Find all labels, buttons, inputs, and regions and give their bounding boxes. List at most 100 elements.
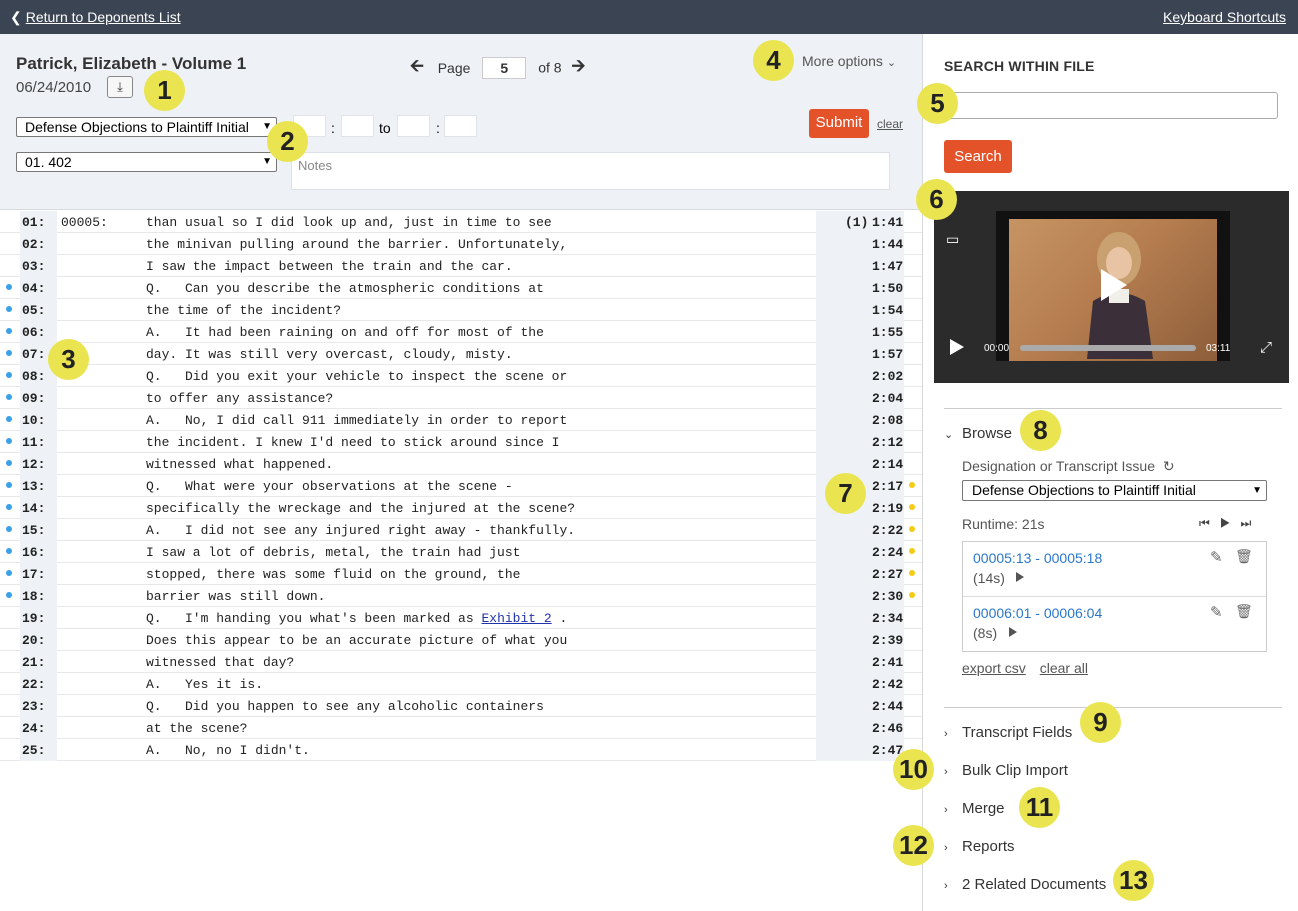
page-number-input[interactable]: 5 [482,56,527,79]
more-options-toggle[interactable]: More options ⌄ [802,53,896,69]
transcript-line[interactable]: 06: A. It had been raining on and off for… [0,321,922,343]
skip-forward-icon[interactable]: ⏭ [1241,516,1262,530]
designation-dot-icon [6,372,12,378]
timestamp: 1:57 [872,347,904,362]
designation-label-text: Designation or Transcript Issue [962,458,1155,474]
play-icon[interactable] [1009,627,1017,637]
issue-dot-icon [909,504,915,510]
transcript-line[interactable]: 09: to offer any assistance? 2:04 [0,387,922,409]
line-text-part: Q. I'm handing you what's been marked as [146,611,482,626]
transcript-line[interactable]: 16: I saw a lot of debris, metal, the tra… [0,541,922,563]
exhibit-link[interactable]: Exhibit 2 [481,611,551,626]
line-number: 25: [22,743,46,758]
clip-list: 00005:13 - 00005:18 (14s) ✎ 🗑 00006:01 -… [962,541,1267,652]
end-page-input[interactable] [397,115,430,137]
line-text: I saw the impact between the train and t… [146,259,513,274]
rewind-icon[interactable]: ⏮ [1199,516,1220,530]
browse-designation-select[interactable]: Defense Objections to Plaintiff Initial ▼ [962,480,1267,501]
transcript-line[interactable]: 17: stopped, there was some fluid on the … [0,563,922,585]
play-icon[interactable]: ▶ [1220,516,1241,530]
line-number: 13: [22,479,46,494]
prev-page-arrow-icon[interactable]: 🡨 [410,56,424,75]
download-button[interactable]: ⤓ [107,76,133,98]
transcript-line[interactable]: 24: at the scene? 2:46 [0,717,922,739]
merge-toggle[interactable]: › Merge [944,800,1005,817]
transcript-line[interactable]: 07: day. It was still very overcast, clou… [0,343,922,365]
issue-select[interactable]: 01. 402 ▼ [16,152,277,172]
transcript-line[interactable]: 12: witnessed what happened. 2:14 [0,453,922,475]
transcript-line[interactable]: 18: barrier was still down. 2:30 [0,585,922,607]
next-page-arrow-icon[interactable]: 🡪 [571,56,585,75]
end-line-input[interactable] [444,115,477,137]
reports-toggle[interactable]: › Reports [944,838,1015,855]
issue-dot-icon [909,592,915,598]
transcript-line[interactable]: 10: A. No, I did call 911 immediately in … [0,409,922,431]
transcript-line[interactable]: 02: the minivan pulling around the barrie… [0,233,922,255]
to-label: to [379,120,391,136]
line-number: 04: [22,281,46,296]
submit-button[interactable]: Submit [809,109,869,138]
transcript-line[interactable]: 14: specifically the wreckage and the inj… [0,497,922,519]
line-text: Q. Can you describe the atmospheric cond… [146,281,544,296]
transcript-line[interactable]: 15: A. I did not see any injured right aw… [0,519,922,541]
transcript-line[interactable]: 05: the time of the incident? 1:54 [0,299,922,321]
designation-select[interactable]: Defense Objections to Plaintiff Initial ▼ [16,117,277,137]
play-overlay-icon[interactable] [1101,269,1127,301]
top-bar: ❮ Return to Deponents List Keyboard Short… [0,0,1298,34]
timestamp: 2:34 [872,611,904,626]
play-icon[interactable] [950,339,964,355]
clip-range-link[interactable]: 00006:01 - 00006:04 [973,605,1102,621]
related-documents-toggle[interactable]: › 2 Related Documents [944,876,1106,893]
transcript-fields-toggle[interactable]: › Transcript Fields [944,724,1072,741]
chevron-right-icon: › [944,880,948,892]
line-number: 16: [22,545,46,560]
bulk-clip-import-toggle[interactable]: › Bulk Clip Import [944,762,1068,779]
transcript-line[interactable]: 23: Q. Did you happen to see any alcoholi… [0,695,922,717]
transcript-line[interactable]: 22: A. Yes it is. 2:42 [0,673,922,695]
search-input[interactable] [944,92,1278,119]
line-number: 09: [22,391,46,406]
designation-dot-icon [6,548,12,554]
timestamp: 1:50 [872,281,904,296]
video-progress-bar[interactable] [1020,345,1196,351]
transcript-fields-label: Transcript Fields [962,724,1073,741]
line-text: A. It had been raining on and off for mo… [146,325,544,340]
line-text: barrier was still down. [146,589,326,604]
keyboard-shortcuts-link[interactable]: Keyboard Shortcuts [1163,9,1286,25]
transcript-line[interactable]: 03: I saw the impact between the train an… [0,255,922,277]
line-number: 23: [22,699,46,714]
transcript-line[interactable]: 01: 00005: than usual so I did look up and… [0,211,922,233]
cast-icon[interactable]: ▭ [946,231,959,248]
transcript-line[interactable]: 20: Does this appear to be an accurate pi… [0,629,922,651]
play-icon[interactable] [1016,572,1024,582]
transcript-line[interactable]: 11: the incident. I knew I'd need to stic… [0,431,922,453]
fullscreen-icon[interactable]: ⤢ [1260,339,1272,356]
search-button[interactable]: Search [944,140,1012,173]
transcript-line[interactable]: 04: Q. Can you describe the atmospheric c… [0,277,922,299]
export-csv-link[interactable]: export csv [962,660,1026,676]
pencil-icon[interactable]: ✎ [1210,603,1223,621]
timestamp: 2:27 [872,567,904,582]
refresh-icon[interactable]: ↻ [1163,458,1175,474]
clear-all-link[interactable]: clear all [1040,660,1088,676]
transcript-lines: 01: 00005: than usual so I did look up and… [0,211,922,761]
transcript-line[interactable]: 13: Q. What were your observations at the… [0,475,922,497]
timestamp: 2:39 [872,633,904,648]
notes-field[interactable]: Notes [291,152,890,190]
video-player[interactable]: ▭ 00:00 03:11 ⤢ [934,191,1289,383]
line-text: Q. Did you happen to see any alcoholic c… [146,699,544,714]
transcript-line[interactable]: 21: witnessed that day? 2:41 [0,651,922,673]
return-to-deponents-link[interactable]: ❮ Return to Deponents List [10,9,181,26]
designation-dot-icon [6,284,12,290]
transcript-line[interactable]: 19: Q. I'm handing you what's been marked… [0,607,922,629]
clear-link[interactable]: clear [877,117,903,131]
trash-icon[interactable]: 🗑 [1235,603,1253,620]
clip-range-link[interactable]: 00005:13 - 00005:18 [973,550,1102,566]
start-line-input[interactable] [341,115,374,137]
browse-toggle[interactable]: ⌄ Browse [944,425,1012,442]
timestamp: 2:19 [872,501,904,516]
transcript-line[interactable]: 08: Q. Did you exit your vehicle to inspe… [0,365,922,387]
pencil-icon[interactable]: ✎ [1210,548,1223,566]
transcript-line[interactable]: 25: A. No, no I didn't. 2:47 [0,739,922,761]
trash-icon[interactable]: 🗑 [1235,548,1253,565]
